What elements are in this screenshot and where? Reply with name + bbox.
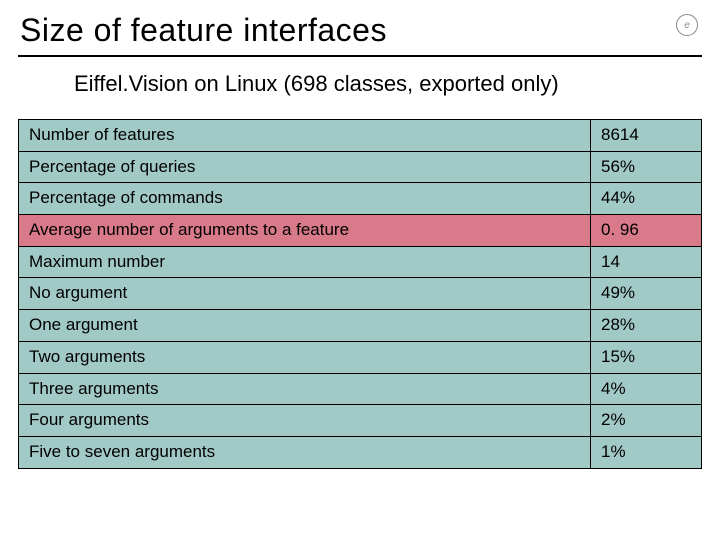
metric-value: 28% — [591, 310, 702, 342]
metric-value: 1% — [591, 436, 702, 468]
table-row: Number of features8614 — [19, 120, 702, 152]
brand-logo-icon: e — [676, 14, 698, 36]
table-row: Average number of arguments to a feature… — [19, 215, 702, 247]
metric-label: Percentage of commands — [19, 183, 591, 215]
table-row: Five to seven arguments1% — [19, 436, 702, 468]
metric-label: No argument — [19, 278, 591, 310]
metric-label: Four arguments — [19, 405, 591, 437]
metrics-table: Number of features8614Percentage of quer… — [18, 119, 702, 469]
metric-label: Three arguments — [19, 373, 591, 405]
metric-label: Number of features — [19, 120, 591, 152]
metric-value: 0. 96 — [591, 215, 702, 247]
metric-value: 15% — [591, 341, 702, 373]
table-row: Percentage of commands44% — [19, 183, 702, 215]
table-row: Percentage of queries56% — [19, 151, 702, 183]
page-subtitle: Eiffel.Vision on Linux (698 classes, exp… — [74, 71, 702, 97]
table-row: One argument28% — [19, 310, 702, 342]
metric-value: 49% — [591, 278, 702, 310]
metric-label: Average number of arguments to a feature — [19, 215, 591, 247]
page-title: Size of feature interfaces — [20, 12, 702, 49]
metric-value: 8614 — [591, 120, 702, 152]
table-row: No argument49% — [19, 278, 702, 310]
metric-value: 56% — [591, 151, 702, 183]
metric-label: Five to seven arguments — [19, 436, 591, 468]
metric-value: 2% — [591, 405, 702, 437]
table-row: Three arguments4% — [19, 373, 702, 405]
metric-value: 44% — [591, 183, 702, 215]
metric-label: Maximum number — [19, 246, 591, 278]
table-row: Two arguments15% — [19, 341, 702, 373]
metric-label: Percentage of queries — [19, 151, 591, 183]
metric-value: 4% — [591, 373, 702, 405]
metric-label: Two arguments — [19, 341, 591, 373]
title-divider — [18, 55, 702, 57]
metric-value: 14 — [591, 246, 702, 278]
table-row: Maximum number14 — [19, 246, 702, 278]
table-row: Four arguments2% — [19, 405, 702, 437]
metric-label: One argument — [19, 310, 591, 342]
